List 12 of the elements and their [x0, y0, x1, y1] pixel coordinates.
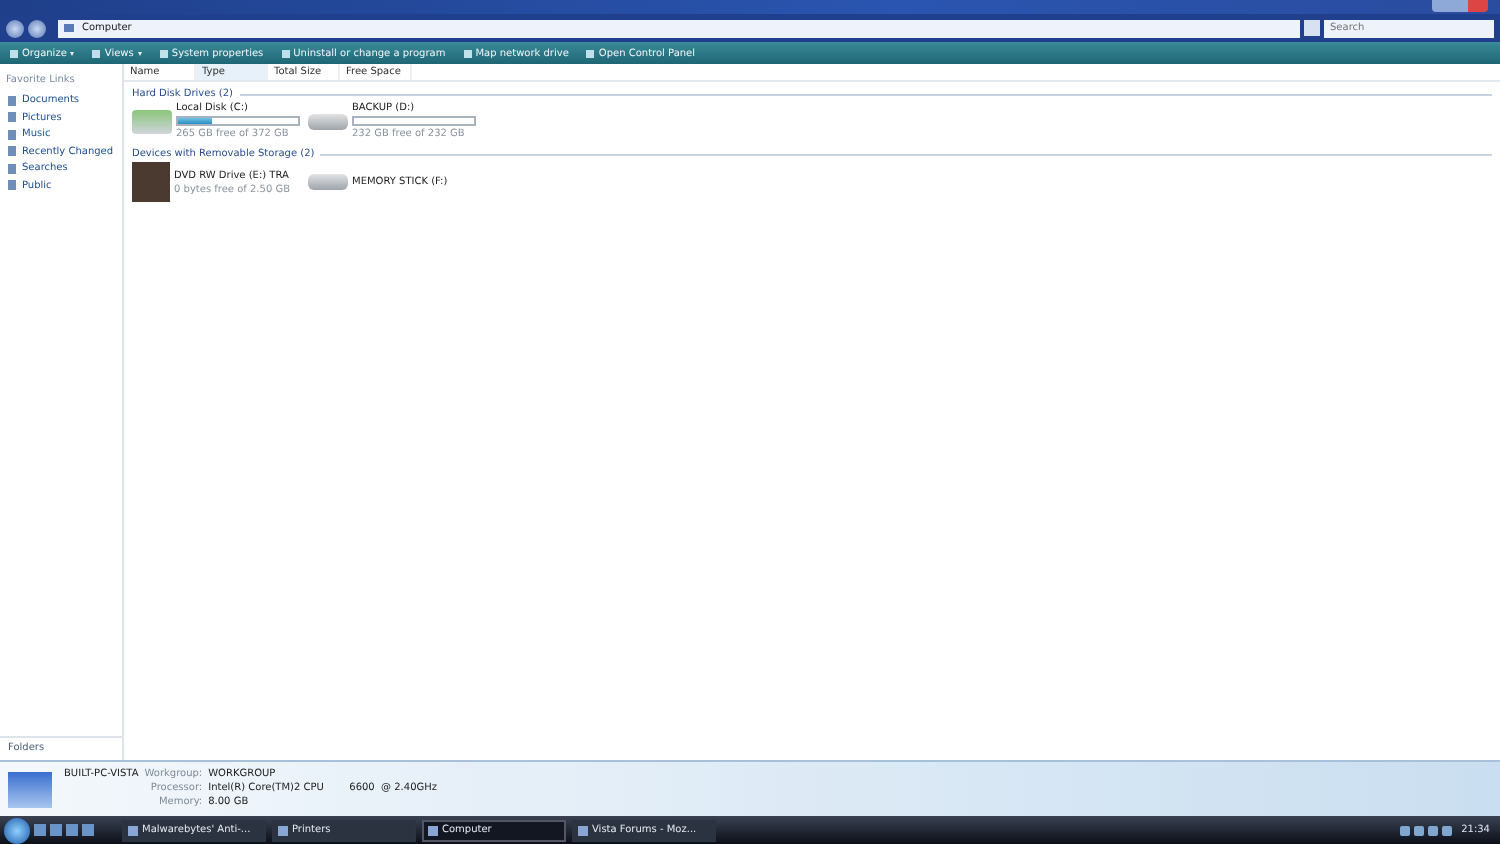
start-button[interactable] — [4, 817, 30, 843]
back-icon[interactable] — [6, 19, 24, 37]
computer-icon — [8, 771, 52, 807]
photo-placeholder — [132, 162, 170, 202]
forward-icon[interactable] — [28, 19, 46, 37]
drive-icon — [132, 109, 172, 133]
drive-icon — [308, 113, 348, 129]
caret-icon — [70, 52, 75, 58]
computer-icon — [64, 24, 74, 32]
caret-icon — [137, 52, 142, 58]
capacity-bar — [176, 116, 300, 126]
drive-icon — [308, 174, 348, 190]
